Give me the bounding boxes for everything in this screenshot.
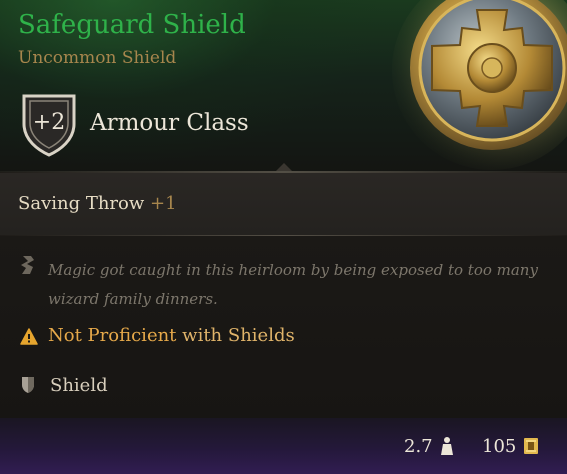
weight-icon: [441, 437, 453, 455]
item-tooltip: Safeguard Shield Uncommon Shield +2 Armo…: [0, 0, 567, 474]
saving-throw-label: Saving Throw: [18, 193, 145, 214]
item-rarity: Uncommon Shield: [18, 48, 177, 68]
item-description: Magic got caught in this heirloom by bei…: [48, 261, 538, 308]
shield-icon: [22, 377, 34, 393]
shield-artwork: [392, 0, 567, 170]
item-name: Safeguard Shield: [18, 10, 246, 40]
warning-triangle-icon: [20, 328, 38, 345]
saving-throw-value: +1: [150, 193, 177, 214]
item-type: Shield: [50, 375, 108, 396]
warning-prefix: Not Proficient: [48, 325, 177, 346]
proficiency-warning: Not Proficient with Shields: [48, 325, 295, 346]
price-value: 105: [482, 436, 517, 457]
gold-coin-icon: [524, 438, 538, 454]
weight-value: 2.7: [404, 436, 433, 457]
warning-suffix: with Shields: [182, 325, 295, 346]
saving-throw: Saving Throw +1: [18, 193, 177, 214]
divider-notch: [276, 163, 292, 171]
quill-icon: [21, 256, 34, 274]
armour-class-label: Armour Class: [90, 110, 249, 136]
armour-class-value: +2: [32, 110, 66, 135]
